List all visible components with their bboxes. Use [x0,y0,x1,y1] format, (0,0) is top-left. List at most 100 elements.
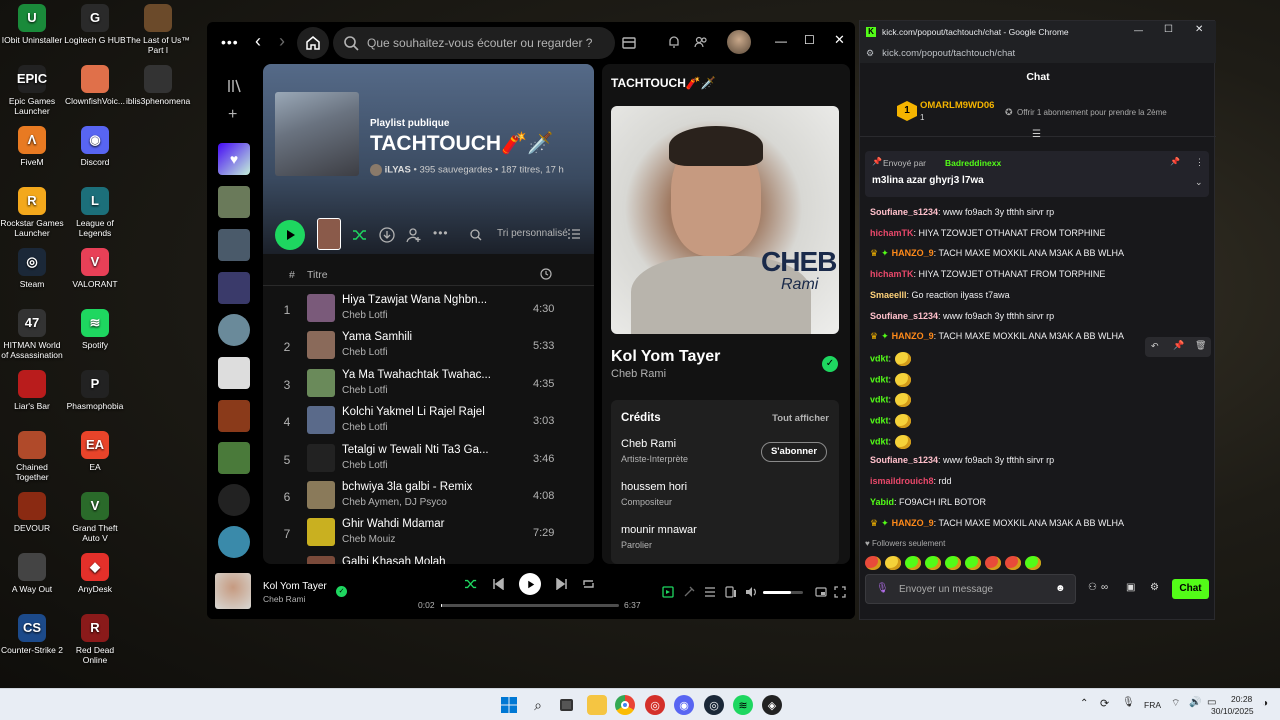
liked-songs-thumb[interactable]: ♥ [218,143,250,175]
chat-username[interactable]: vdkt [870,374,889,384]
emote-icon[interactable] [885,555,901,570]
search-bar[interactable]: Que souhaitez-vous écouter ou regarder ? [333,27,615,59]
app-taskbar-icon[interactable]: ◈ [762,695,782,715]
back-arrow-icon[interactable]: ‹ [255,31,261,52]
pin-message-icon[interactable]: 📌 [1173,340,1184,351]
more-options-icon[interactable]: ••• [433,226,449,240]
delete-icon[interactable]: 🗑 [1195,340,1206,351]
next-icon[interactable] [556,578,568,590]
play-pause-button[interactable] [519,573,541,595]
maximize-icon[interactable]: ☐ [804,33,815,47]
track-artist[interactable]: Cheb Aymen, DJ Psyco [342,497,447,508]
mic-icon[interactable]: 🎙 [876,583,889,594]
track-artist[interactable]: Cheb Lotfi [342,422,388,433]
emote-icon[interactable] [895,393,912,408]
address-bar[interactable]: ⚙ kick.com/popout/tachtouch/chat [860,43,1216,63]
player-artist[interactable]: Cheb Rami [263,594,306,604]
connect-device-icon[interactable] [725,586,737,598]
tray-mic-icon[interactable]: 🎙 [1122,697,1135,708]
browse-icon[interactable] [621,35,637,51]
chat-username[interactable]: Smaeelll [870,290,907,300]
library-thumb[interactable] [218,229,250,261]
track-artist[interactable]: Cheb Mouiz [342,534,395,545]
desktop-icon[interactable]: V Grand Theft Auto V [63,492,127,543]
emote-icon[interactable] [895,372,912,387]
show-all-link[interactable]: Tout afficher [772,413,829,424]
emoji-picker-icon[interactable]: ☻ [1055,583,1066,594]
chat-username[interactable]: ismaildrouich8 [870,476,934,486]
desktop-icon[interactable]: The Last of Us™ Part I [126,4,190,55]
track-row[interactable]: 5 Tetalgi w Tewali Nti Ta3 Ga... Cheb Lotf… [263,442,594,478]
track-row[interactable]: 3 Ya Ma Twahachtak Twahac... Cheb Lotfi 4:3… [263,367,594,403]
track-row[interactable]: 7 Ghir Wahdi Mdamar Cheb Mouiz 7:29 [263,516,594,552]
address-url[interactable]: kick.com/popout/tachtouch/chat [882,48,1015,59]
emote-icon[interactable] [895,434,912,449]
playlist-owner[interactable]: iLYAS [385,165,411,176]
menu-dots-icon[interactable]: ••• [221,34,239,50]
app-taskbar-icon[interactable]: ◎ [645,695,665,715]
user-avatar[interactable] [727,30,751,54]
library-thumb[interactable] [218,400,250,432]
gifter-name[interactable]: OMARLM9WD06 [920,100,994,111]
search-taskbar-icon[interactable]: ⌕ [528,695,548,715]
desktop-icon[interactable]: L League of Legends [63,187,127,238]
reply-icon[interactable]: ↶ [1151,341,1159,352]
chat-username[interactable]: Soufiane_s1234 [870,207,938,217]
emote-icon[interactable] [965,555,981,570]
desktop-icon[interactable]: ◆ AnyDesk [63,553,127,594]
fullscreen-icon[interactable] [834,586,846,598]
chat-message[interactable]: ♛ ✦ HANZO_9: TACH MAXE MOXKIL ANA M3AK A B… [870,248,1124,259]
close-icon[interactable]: ✕ [1195,24,1203,35]
chat-message[interactable]: Yabid: FO9ACH IRL BOTOR [870,497,986,507]
track-row[interactable]: 2 Yama Samhili Cheb Lotfi 5:33 [263,329,594,365]
search-in-playlist-icon[interactable] [470,229,482,241]
shuffle-icon[interactable] [352,228,368,242]
more-icon[interactable]: ⋮ [1195,157,1204,168]
chat-message[interactable]: Smaeelll: Go reaction ilyass t7awa [870,290,1010,300]
tray-sync-icon[interactable]: ⟳ [1100,697,1109,710]
desktop-icon[interactable]: ClownfishVoic... [63,65,127,106]
expand-icon[interactable]: ⌄ [1195,177,1203,188]
chat-message[interactable]: ismaildrouich8: rdd [870,476,952,486]
track-title[interactable]: Galbi Khasah Molah [342,556,446,564]
forward-arrow-icon[interactable]: › [279,31,285,52]
desktop-icon[interactable]: G Logitech G HUB [63,4,127,45]
clock-date[interactable]: 30/10/2025 [1211,706,1254,716]
send-chat-button[interactable]: Chat [1172,579,1209,599]
wifi-icon[interactable]: ⌔ [1171,697,1180,710]
task-view-icon[interactable] [556,695,576,715]
desktop-icon[interactable]: A Way Out [0,553,64,594]
library-thumb[interactable] [218,484,250,516]
repeat-icon[interactable] [582,578,595,590]
maximize-icon[interactable]: ☐ [1164,24,1173,35]
create-plus-icon[interactable]: + [228,106,237,124]
np-song-title[interactable]: Kol Yom Tayer [611,348,720,366]
progress-bar[interactable] [441,604,619,607]
desktop-icon[interactable]: CS Counter-Strike 2 [0,614,64,655]
mini-player-icon[interactable] [815,586,827,598]
follow-button[interactable]: S'abonner [761,442,827,462]
minimize-icon[interactable]: — [1134,25,1143,35]
desktop-icon[interactable]: 47 HITMAN World of Assassination [0,309,64,360]
play-button[interactable] [275,220,305,250]
chrome-taskbar-icon[interactable] [615,695,635,715]
chat-message[interactable]: hichamTK: HIYA TZOWJET OTHANAT FROM TORP… [870,228,1105,238]
emote-icon[interactable] [895,351,912,366]
speaker-icon[interactable]: 🔊 [1189,697,1201,708]
previous-icon[interactable] [492,578,504,590]
desktop-icon[interactable]: Chained Together [0,431,64,482]
lyrics-icon[interactable] [683,586,695,598]
emote-icon[interactable] [905,555,921,570]
spotify-taskbar-icon[interactable]: ≋ [733,695,753,715]
chat-message[interactable]: vdkt: [870,434,912,449]
emote-icon[interactable] [925,555,941,570]
desktop-icon[interactable]: EPIC Epic Games Launcher [0,65,64,116]
steam-taskbar-icon[interactable]: ◎ [704,695,724,715]
track-artist[interactable]: Cheb Lotfi [342,385,388,396]
message-input[interactable]: Envoyer un message [899,584,993,595]
link-icon[interactable]: ∞ [1101,582,1108,593]
track-title[interactable]: Ghir Wahdi Mdamar [342,518,444,530]
chat-username[interactable]: HANZO_9 [892,248,934,258]
unpin-icon[interactable]: 📌 [1170,157,1180,166]
emote-icon[interactable] [865,555,881,570]
